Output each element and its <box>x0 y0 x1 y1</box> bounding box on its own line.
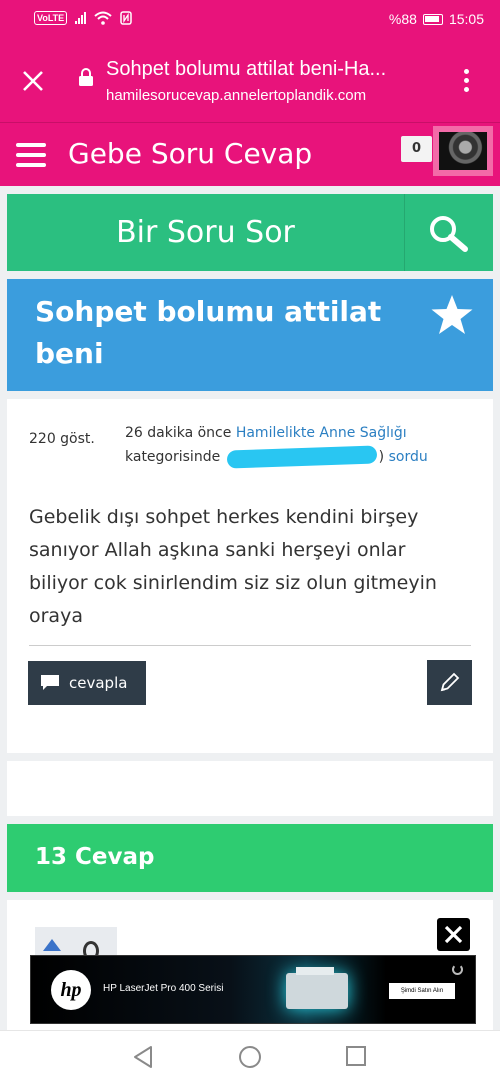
question-title: Sohpet bolumu attilat beni <box>35 295 382 370</box>
view-count: 220 göst. <box>29 431 95 447</box>
question-meta: 26 dakika önce Hamilelikte Anne Sağlığı … <box>125 421 428 469</box>
answers-header: 13 Cevap <box>7 824 493 892</box>
category-link[interactable]: Hamilelikte Anne Sağlığı <box>236 425 407 441</box>
empty-panel <box>7 761 493 816</box>
wifi-icon <box>94 11 112 25</box>
volte-indicator: VoLTE <box>34 11 68 25</box>
home-icon[interactable] <box>238 1045 262 1069</box>
recents-icon[interactable] <box>345 1045 367 1067</box>
browser-toolbar: Sohpet bolumu attilat beni-Ha... hamiles… <box>0 40 500 122</box>
user-avatar[interactable] <box>433 126 493 176</box>
clock: 15:05 <box>448 11 484 27</box>
category-suffix: kategorisinde <box>125 449 221 465</box>
ad-product-text: HP LaserJet Pro 400 Serisi <box>103 983 224 994</box>
more-options-icon[interactable] <box>464 69 470 96</box>
notification-count-badge[interactable]: 0 <box>401 136 432 162</box>
search-icon <box>430 216 468 252</box>
redacted-username <box>226 445 377 469</box>
close-icon <box>444 925 463 944</box>
answer-button[interactable]: cevapla <box>28 661 146 705</box>
divider <box>29 645 471 646</box>
comment-icon <box>41 675 59 690</box>
ad-banner[interactable]: hp HP LaserJet Pro 400 Serisi Şimdi Satı… <box>30 955 476 1024</box>
nfc-icon <box>120 11 132 25</box>
printer-image <box>286 967 348 1009</box>
question-body: Gebelik dışı sohpet herkes kendini birşe… <box>29 506 437 627</box>
upvote-icon[interactable] <box>43 939 61 951</box>
close-icon[interactable] <box>20 68 46 94</box>
asker-suffix: ) <box>378 449 385 465</box>
lock-icon <box>79 68 93 86</box>
edit-button[interactable] <box>427 660 472 705</box>
ask-bar: Bir Soru Sor <box>7 194 493 271</box>
question-title-bar: Sohpet bolumu attilat beni <box>7 279 493 391</box>
hp-logo: hp <box>51 970 91 1010</box>
adchoices-icon[interactable] <box>452 964 463 975</box>
answers-count: 13 Cevap <box>35 844 155 870</box>
pencil-icon <box>440 672 460 692</box>
status-bar: VoLTE %88 15:05 <box>0 0 500 40</box>
ad-cta-button[interactable]: Şimdi Satın Alın <box>389 983 455 999</box>
back-icon[interactable] <box>132 1045 154 1069</box>
close-ad-button[interactable] <box>437 918 470 951</box>
avatar-image <box>439 132 487 170</box>
page-url[interactable]: hamilesorucevap.annelertoplandik.com <box>106 87 366 104</box>
search-button[interactable] <box>404 194 493 271</box>
star-icon[interactable] <box>430 294 474 336</box>
battery-icon <box>422 13 443 25</box>
page-title: Sohpet bolumu attilat beni-Ha... <box>106 58 387 80</box>
signal-icon <box>75 12 87 24</box>
ask-question-button[interactable]: Bir Soru Sor <box>7 194 404 271</box>
site-header: Gebe Soru Cevap 0 <box>0 122 500 186</box>
battery-percent: %88 <box>388 11 417 27</box>
time-ago: 26 dakika önce <box>125 425 232 441</box>
site-name[interactable]: Gebe Soru Cevap <box>68 137 312 170</box>
answer-button-label: cevapla <box>69 674 128 692</box>
menu-icon[interactable] <box>16 143 46 173</box>
system-nav-bar <box>0 1030 500 1083</box>
asked-link[interactable]: sordu <box>389 449 428 465</box>
question-card: 220 göst. 26 dakika önce Hamilelikte Ann… <box>7 399 493 753</box>
